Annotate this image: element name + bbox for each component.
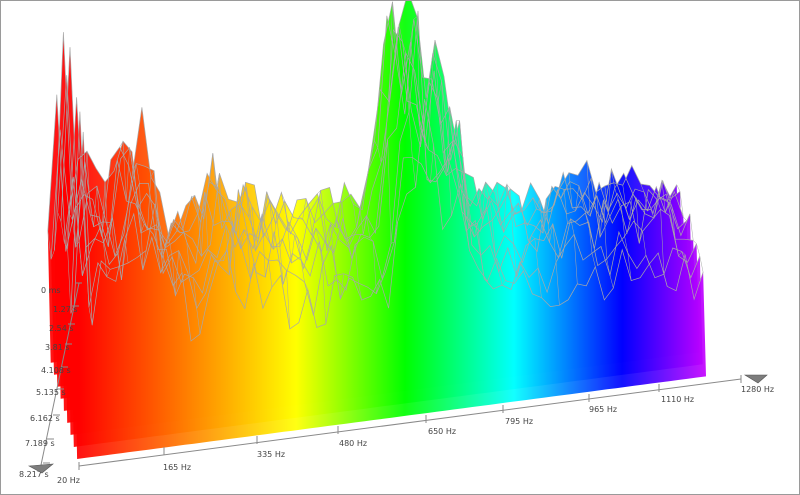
time-tick-label: 1.27 s bbox=[53, 305, 78, 314]
frequency-tick-label: 795 Hz bbox=[505, 417, 533, 426]
time-tick-label: 6.162 s bbox=[30, 414, 60, 423]
frequency-tick-label: 650 Hz bbox=[428, 427, 456, 436]
frequency-tick-label: 1110 Hz bbox=[661, 395, 694, 404]
waterfall-plot: 20 Hz 165 Hz 335 Hz 480 Hz 650 Hz 795 Hz 965 H… bbox=[19, 1, 774, 485]
frequency-tick-label: 20 Hz bbox=[57, 476, 80, 485]
time-tick-label: 0 ms bbox=[41, 286, 61, 295]
time-tick-label: 2.54 s bbox=[49, 324, 74, 333]
time-tick-label: 7.189 s bbox=[25, 439, 55, 448]
frequency-tick-label: 965 Hz bbox=[589, 405, 617, 414]
waterfall-chart-frame: 20 Hz 165 Hz 335 Hz 480 Hz 650 Hz 795 Hz 965 H… bbox=[0, 0, 800, 495]
frequency-axis-handle[interactable] bbox=[743, 374, 768, 384]
frequency-tick-label: 1280 Hz bbox=[741, 385, 774, 394]
frequency-tick-label: 335 Hz bbox=[257, 450, 285, 459]
frequency-tick-label: 165 Hz bbox=[163, 463, 191, 472]
time-tick-label: 4.108 s bbox=[41, 366, 71, 375]
time-tick-label: 3.81 s bbox=[45, 343, 70, 352]
time-tick-label: 5.135 s bbox=[36, 388, 66, 397]
frequency-tick-label: 480 Hz bbox=[339, 439, 367, 448]
